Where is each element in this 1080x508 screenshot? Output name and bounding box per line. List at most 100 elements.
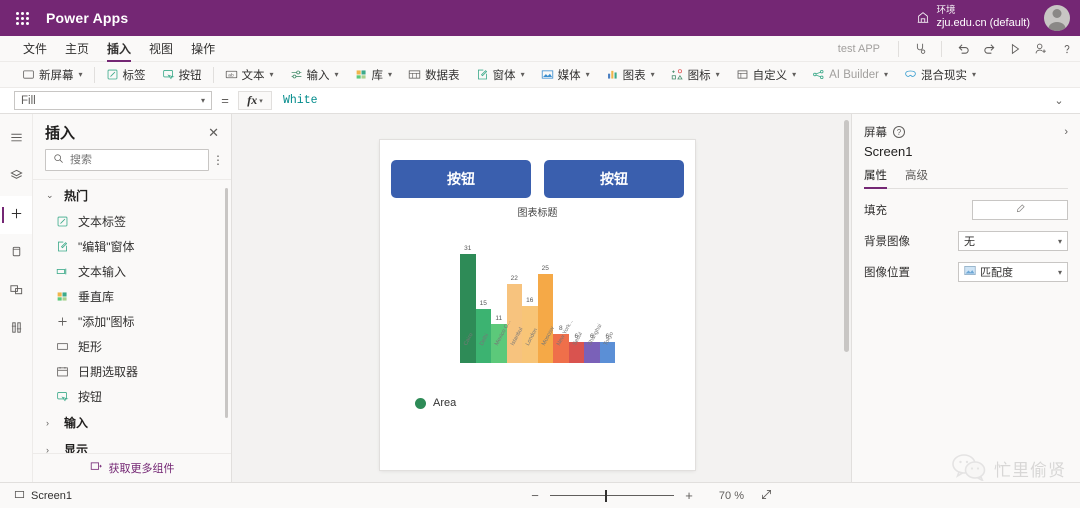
- list-item-vertical-gallery[interactable]: 垂直库: [33, 284, 231, 309]
- zoom-slider[interactable]: [550, 489, 674, 503]
- rail-item-insert[interactable]: [0, 196, 32, 234]
- divider: [212, 66, 214, 83]
- canvas-area[interactable]: 按钮 按钮 图表标题 31 15 11 22 16 25 8 6 6 6 Cairo Delhi Me…: [232, 114, 851, 482]
- formula-input[interactable]: White: [272, 91, 1048, 111]
- menu-item-action[interactable]: 操作: [182, 38, 224, 59]
- ribbon-ai-builder[interactable]: AI Builder ▾: [804, 66, 896, 83]
- rail-item-power-automate[interactable]: [0, 272, 32, 310]
- menu-item-file[interactable]: 文件: [14, 38, 56, 59]
- canvas-button-2[interactable]: 按钮: [544, 160, 684, 198]
- property-selector[interactable]: Fill ▾: [14, 91, 212, 110]
- chart-legend: Area: [415, 397, 695, 409]
- divider: [898, 40, 899, 57]
- workspace: 插入 ✕ ⋮ ⌄ 热门 文本标签: [0, 114, 1080, 482]
- rail-item-tree-view[interactable]: [0, 120, 32, 158]
- list-item-label: 文本标签: [78, 215, 127, 229]
- ribbon-label-text: 混合现实: [921, 69, 968, 82]
- collapse-panel-icon[interactable]: ›: [1064, 126, 1068, 138]
- ribbon-chart[interactable]: 图表 ▾: [598, 65, 663, 85]
- chevron-down-icon: ▾: [1057, 236, 1062, 246]
- list-item-edit-form[interactable]: "编辑"窗体: [33, 234, 231, 259]
- list-item-label: 矩形: [78, 340, 103, 354]
- divider: [93, 66, 95, 83]
- list-item-rectangle[interactable]: 矩形: [33, 334, 231, 359]
- ribbon-new-screen[interactable]: 新屏幕 ▾: [14, 65, 91, 85]
- search-input[interactable]: [70, 154, 201, 166]
- list-item-text-input[interactable]: 文本输入: [33, 259, 231, 284]
- fill-color-picker[interactable]: [972, 200, 1068, 220]
- property-selector-value: Fill: [21, 94, 36, 107]
- menu-item-home[interactable]: 主页: [56, 38, 98, 59]
- rail-item-media-library[interactable]: [0, 234, 32, 272]
- ribbon-media[interactable]: 媒体 ▾: [533, 65, 598, 85]
- get-more-components-button[interactable]: 获取更多组件: [90, 460, 175, 476]
- ribbon-input[interactable]: 输入 ▾: [282, 65, 347, 85]
- insert-component-list[interactable]: ⌄ 热门 文本标签 "编辑"窗体 文本输入 垂直库 "添加"图标 矩形 日期选取…: [33, 179, 231, 453]
- list-item-date-picker[interactable]: 日期选取器: [33, 359, 231, 384]
- rail-item-variables[interactable]: [0, 310, 32, 348]
- group-display[interactable]: › 显示: [33, 436, 231, 453]
- redo-icon[interactable]: [976, 38, 1002, 60]
- fit-screen-icon[interactable]: [760, 488, 773, 504]
- background-image-value: 无: [964, 236, 975, 248]
- ribbon-form[interactable]: 窗体 ▾: [468, 65, 533, 85]
- tab-properties[interactable]: 属性: [864, 167, 887, 189]
- list-item-add-icon[interactable]: "添加"图标: [33, 309, 231, 334]
- check-health-icon[interactable]: [907, 38, 933, 60]
- ribbon-icons[interactable]: 图标 ▾: [663, 65, 728, 85]
- datatable-icon: [408, 68, 421, 81]
- more-options-icon[interactable]: ⋮: [211, 154, 225, 166]
- ribbon-gallery[interactable]: 库 ▾: [347, 65, 401, 85]
- help-icon[interactable]: [1054, 38, 1080, 60]
- ribbon-datatable[interactable]: 数据表: [400, 65, 468, 85]
- ribbon-label[interactable]: 标签: [98, 65, 154, 85]
- vertical-gallery-icon: [56, 290, 69, 303]
- svg-text:ab: ab: [228, 73, 234, 79]
- status-screen-tag[interactable]: Screen1: [0, 489, 233, 503]
- chart-bar-value: 31: [464, 245, 472, 252]
- search-box[interactable]: [45, 149, 209, 171]
- ribbon-label: 新屏幕: [39, 69, 74, 82]
- list-item-label: "添加"图标: [78, 315, 135, 329]
- zoom-in-button[interactable]: +: [682, 488, 696, 503]
- close-icon[interactable]: ✕: [206, 125, 221, 141]
- panel-scrollbar[interactable]: [225, 188, 228, 418]
- image-position-select[interactable]: 匹配度 ▾: [958, 262, 1068, 282]
- ribbon-text[interactable]: ab 文本 ▾: [217, 65, 282, 85]
- play-icon[interactable]: [1002, 38, 1028, 60]
- share-user-icon[interactable]: [1028, 38, 1054, 60]
- ribbon-mixed-reality[interactable]: 混合现实 ▾: [896, 65, 984, 85]
- environment-selector[interactable]: 环境 zju.edu.cn (default): [916, 5, 1030, 30]
- list-item-text-label[interactable]: 文本标签: [33, 209, 231, 234]
- ribbon-button[interactable]: 按钮: [154, 65, 210, 85]
- ribbon-label-text: 媒体: [557, 69, 581, 82]
- menu-item-view[interactable]: 视图: [140, 38, 182, 59]
- group-input[interactable]: › 输入: [33, 409, 231, 436]
- ribbon-label-text: 标签: [122, 69, 146, 82]
- power-automate-icon: [9, 282, 24, 300]
- help-icon[interactable]: ?: [893, 126, 905, 138]
- chevron-down-icon: ▾: [972, 70, 977, 79]
- background-image-select[interactable]: 无 ▾: [958, 231, 1068, 251]
- canvas-button-1[interactable]: 按钮: [391, 160, 531, 198]
- chevron-down-icon: ⌄: [46, 190, 54, 200]
- column-chart[interactable]: 图表标题 31 15 11 22 16 25 8 6 6 6 Cairo Delhi Mexico C…: [380, 204, 695, 470]
- zoom-out-button[interactable]: −: [528, 488, 542, 503]
- ribbon-custom[interactable]: 自定义 ▾: [728, 65, 805, 85]
- group-popular[interactable]: ⌄ 热门: [33, 182, 231, 209]
- screen-icon: [22, 68, 35, 81]
- app-screen[interactable]: 按钮 按钮 图表标题 31 15 11 22 16 25 8 6 6 6 Cairo Delhi Me…: [380, 140, 695, 470]
- chevron-down-icon: ▾: [715, 70, 720, 79]
- canvas-scrollbar[interactable]: [844, 120, 849, 352]
- menu-item-insert[interactable]: 插入: [98, 38, 140, 62]
- app-launcher-icon[interactable]: [8, 0, 36, 36]
- undo-icon[interactable]: [950, 38, 976, 60]
- zoom-slider-thumb[interactable]: [604, 489, 607, 502]
- rail-item-data-sources[interactable]: [0, 158, 32, 196]
- avatar[interactable]: [1044, 5, 1070, 31]
- list-item-button[interactable]: 按钮: [33, 384, 231, 409]
- tab-advanced[interactable]: 高级: [905, 167, 928, 188]
- fx-button[interactable]: fx ▾: [238, 91, 272, 110]
- legend-color-swatch: [415, 397, 426, 409]
- formula-expand-icon[interactable]: ⌄: [1048, 94, 1070, 107]
